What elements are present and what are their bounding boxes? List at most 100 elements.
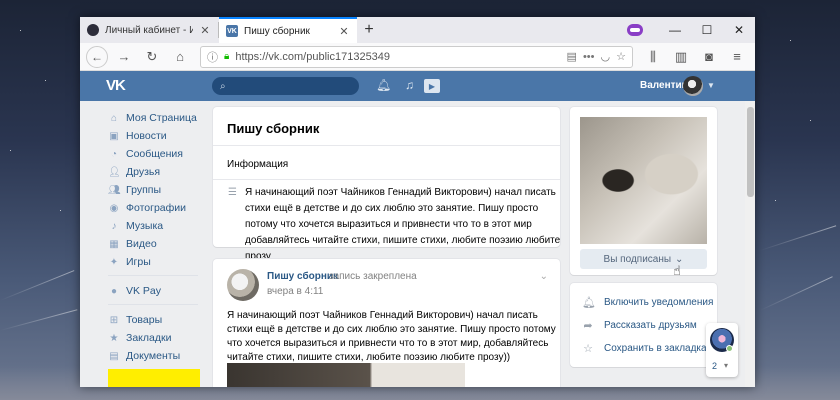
sky-star <box>45 80 46 81</box>
post-date[interactable]: вчера в 4:11 <box>267 286 323 297</box>
ad-banner[interactable] <box>108 369 200 387</box>
home-icon[interactable]: ⌂ <box>168 46 192 68</box>
star-trail <box>0 270 75 301</box>
group-cover-card: Вы подписаны ⌄ <box>570 107 717 275</box>
sidebar-item-label: Закладки <box>126 332 172 344</box>
sidebar-item-bookmarks[interactable]: ★ Закладки <box>108 329 208 347</box>
tab-account[interactable]: Личный кабинет - Исполните ✕ <box>80 17 218 43</box>
sidebar-item-label: Музыка <box>126 220 164 232</box>
group-cover-image[interactable] <box>580 117 707 244</box>
chat-widget[interactable]: 2 ▾ <box>706 323 738 377</box>
minimize-icon[interactable]: — <box>659 23 691 37</box>
save-bookmark-link[interactable]: ☆ Сохранить в закладках <box>582 339 712 357</box>
sidebar-item-games[interactable]: ✦ Игры <box>108 253 208 271</box>
sky-star <box>20 30 21 31</box>
sidebar-item-label: Друзья <box>126 166 161 178</box>
avatar[interactable] <box>227 269 259 301</box>
page-scrollbar[interactable] <box>745 101 755 387</box>
share-link[interactable]: ➦ Рассказать друзьям <box>582 316 696 334</box>
camera-icon: ◉ <box>109 202 119 214</box>
document-icon: ▤ <box>109 350 119 362</box>
post-image[interactable] <box>227 363 465 387</box>
subscribed-button[interactable]: Вы подписаны ⌄ <box>580 249 707 269</box>
reader-view-icon[interactable]: ▤ <box>567 50 577 63</box>
address-bar[interactable]: ⓘ 🔒︎ https://vk.com/public171325349 ▤ ••… <box>200 45 633 68</box>
bell-icon: 🔔︎ <box>582 296 596 309</box>
close-window-icon[interactable]: ✕ <box>723 23 755 37</box>
sidebar-item-news[interactable]: ▣ Новости <box>108 127 208 145</box>
close-icon[interactable]: ✕ <box>338 25 350 38</box>
group-info-card: Пишу сборник Информация ☰ Я начинающий п… <box>213 107 560 262</box>
reload-icon[interactable]: ↻ <box>140 46 164 68</box>
info-icon[interactable]: ⓘ <box>207 49 218 65</box>
navigation-toolbar: ← → ↻ ⌂ ⓘ 🔒︎ https://vk.com/public171325… <box>80 43 755 71</box>
forward-icon[interactable]: → <box>112 46 136 68</box>
mouse-cursor-icon: ☝ <box>673 263 681 278</box>
back-icon[interactable]: ← <box>86 45 108 68</box>
sidebar-item-messages[interactable]: ◔ Сообщения <box>108 145 208 163</box>
sky-star <box>810 120 811 121</box>
bookmark-icon: ★ <box>109 332 119 344</box>
sidebar-item-friends[interactable]: 👤︎ Друзья <box>108 163 208 181</box>
account-icon[interactable]: ◙ <box>697 46 721 68</box>
description-icon: ☰ <box>228 187 237 198</box>
share-icon: ➦ <box>583 319 593 332</box>
url-text[interactable]: https://vk.com/public171325349 <box>235 51 560 63</box>
sidebar-item-goods[interactable]: ⊞ Товары <box>108 311 208 329</box>
vk-logo[interactable]: VK <box>106 77 128 95</box>
goods-icon: ⊞ <box>109 314 119 326</box>
sidebar-item-documents[interactable]: ▤ Документы <box>108 347 208 365</box>
chevron-down-icon[interactable]: ⌄ <box>540 271 548 282</box>
library-icon[interactable]: ⫼ <box>641 46 665 68</box>
sidebar-item-vkpay[interactable]: ● VK Pay <box>108 282 208 300</box>
new-tab-button[interactable]: + <box>357 17 381 43</box>
sidebar-item-label: Моя Страница <box>126 112 197 124</box>
video-icon: ▦ <box>109 238 119 250</box>
post-author[interactable]: Пишу сборник <box>267 271 338 282</box>
news-icon: ▣ <box>109 130 119 142</box>
sidebar-divider <box>108 275 198 276</box>
sky-star <box>60 210 61 211</box>
sidebar-item-my-page[interactable]: ⌂ Моя Страница <box>108 109 208 127</box>
group-description: Я начинающий поэт Чайников Геннадий Викт… <box>245 187 561 262</box>
sidebar-item-label: Новости <box>126 130 167 142</box>
star-icon: ☆ <box>583 342 593 355</box>
page-actions-icon[interactable]: ••• <box>583 51 595 63</box>
message-icon: ◔ <box>110 148 118 160</box>
user-name[interactable]: Валентин <box>640 80 688 91</box>
info-tab[interactable]: Информация <box>227 159 288 170</box>
action-label: Сохранить в закладках <box>604 342 712 354</box>
vkpay-icon: ● <box>110 285 118 297</box>
maximize-icon[interactable]: ☐ <box>691 23 723 37</box>
action-label: Включить уведомления <box>604 296 714 308</box>
sidebar-item-music[interactable]: ♪ Музыка <box>108 217 208 235</box>
tab-vk-group[interactable]: VK Пишу сборник ✕ <box>219 17 357 43</box>
menu-icon[interactable]: ≡ <box>725 46 749 68</box>
sidebar-item-label: Документы <box>126 350 181 362</box>
vk-page: ⌂ Моя Страница ▣ Новости ◔ Сообщения 👤︎ Друз… <box>80 101 755 387</box>
sidebar-item-groups[interactable]: 👥︎ Группы <box>108 181 208 199</box>
sidebar-item-video[interactable]: ▦ Видео <box>108 235 208 253</box>
sidebar-toggle-icon[interactable]: ▥ <box>669 46 693 68</box>
game-icon: ✦ <box>109 256 119 268</box>
sidebar-item-photos[interactable]: ◉ Фотографии <box>108 199 208 217</box>
avatar[interactable] <box>683 76 703 96</box>
scrollbar-thumb[interactable] <box>747 107 754 197</box>
sky-star <box>775 200 776 201</box>
pinned-label: запись закреплена <box>329 271 417 282</box>
sidebar-item-label: Фотографии <box>126 202 187 214</box>
play-icon[interactable]: ▶ <box>424 79 440 93</box>
groups-icon: 👥︎ <box>108 184 121 196</box>
tab-title: Личный кабинет - Исполните <box>105 24 193 36</box>
sidebar-item-label: Товары <box>126 314 163 326</box>
chevron-down-icon[interactable]: ▾ <box>724 361 728 370</box>
pocket-icon[interactable]: ◡ <box>601 50 611 63</box>
star-trail <box>759 276 833 311</box>
chevron-down-icon[interactable]: ▼ <box>707 81 715 90</box>
bell-icon[interactable]: 🔔︎ <box>376 78 391 92</box>
enable-notifications-link[interactable]: 🔔︎ Включить уведомления <box>582 293 713 311</box>
music-note-icon[interactable]: ♫ <box>405 78 414 92</box>
search-input[interactable]: ⌕ <box>212 77 359 95</box>
close-icon[interactable]: ✕ <box>199 24 211 37</box>
bookmark-star-icon[interactable]: ☆ <box>616 50 626 63</box>
